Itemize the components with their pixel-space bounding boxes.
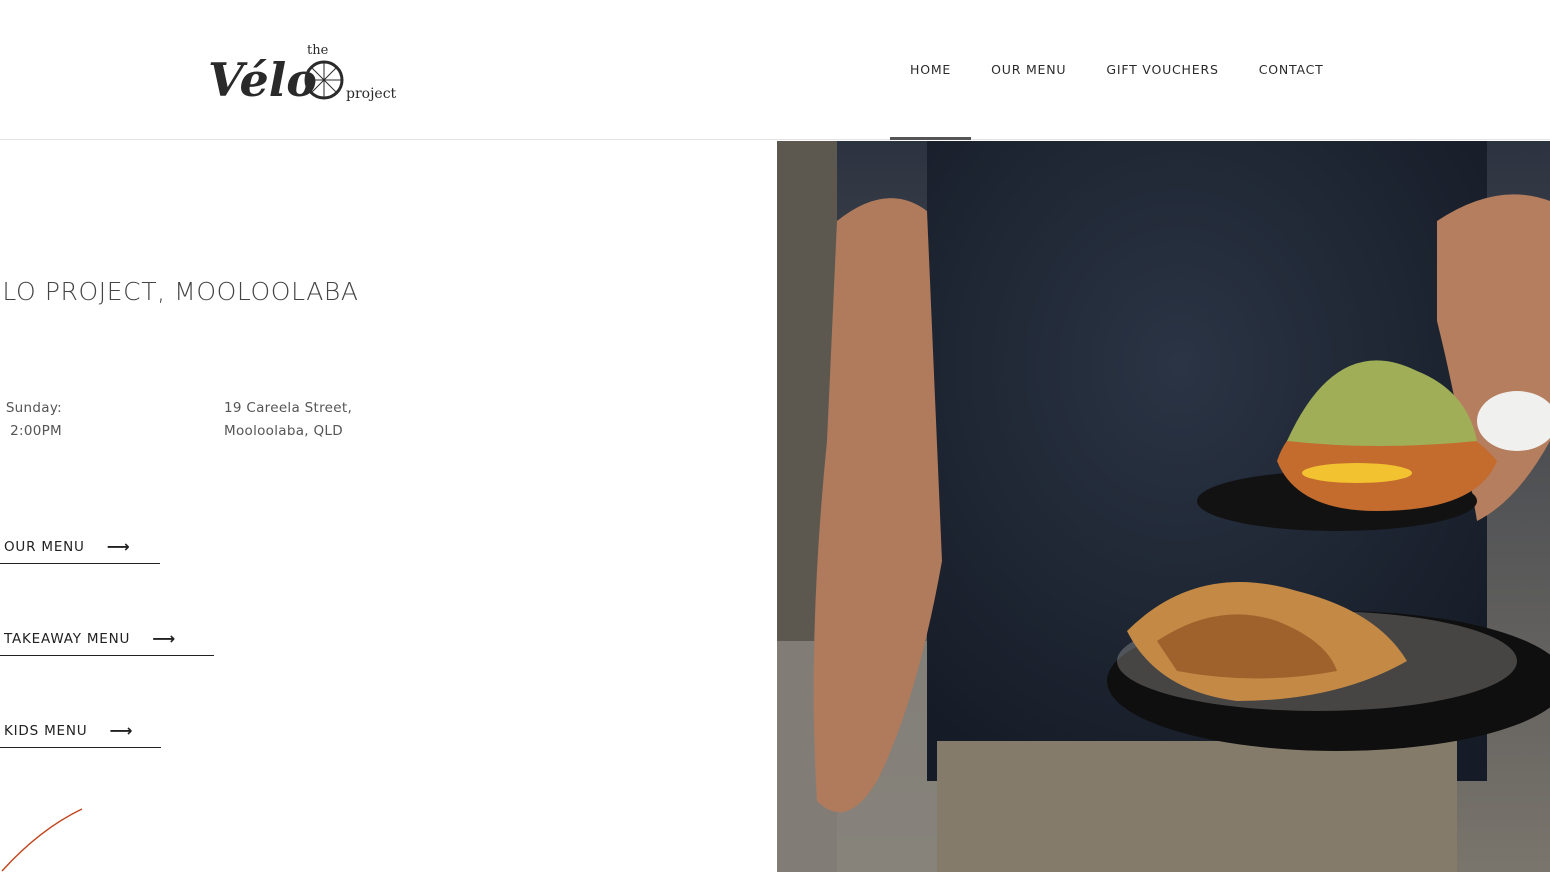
site-logo[interactable]: Vélo the project bbox=[206, 36, 406, 107]
address-line-2: Mooloolaba, QLD bbox=[224, 423, 343, 439]
arrow-right-icon: ⟶ bbox=[152, 629, 176, 648]
logo-word: Vélo bbox=[208, 53, 317, 106]
address: 19 Careela Street, Mooloolaba, QLD bbox=[224, 397, 352, 443]
our-menu-label: OUR MENU bbox=[4, 538, 85, 555]
hero-photo bbox=[777, 141, 1550, 872]
logo-the: the bbox=[307, 43, 329, 58]
site-header: Vélo the project HOME OUR MENU GIFT VOUC… bbox=[0, 0, 1550, 140]
nav-contact[interactable]: CONTACT bbox=[1239, 0, 1344, 140]
arrow-right-icon: ⟶ bbox=[106, 537, 131, 556]
kids-menu-button[interactable]: KIDS MENU ⟶ bbox=[0, 714, 161, 748]
takeaway-menu-label: TAKEAWAY MENU bbox=[4, 630, 131, 647]
nav-gift-vouchers[interactable]: GIFT VOUCHERS bbox=[1086, 0, 1238, 140]
opening-hours: Sunday: 2:00PM bbox=[0, 397, 62, 443]
our-menu-button[interactable]: OUR MENU ⟶ bbox=[0, 530, 160, 564]
hours-line-2: 2:00PM bbox=[10, 423, 62, 439]
address-line-1: 19 Careela Street, bbox=[224, 400, 353, 416]
decorative-curve bbox=[1, 808, 83, 872]
page-title: ELO PROJECT, MOOLOOLABA bbox=[0, 277, 359, 306]
takeaway-menu-button[interactable]: TAKEAWAY MENU ⟶ bbox=[0, 622, 214, 656]
arrow-right-icon: ⟶ bbox=[109, 721, 134, 740]
kids-menu-label: KIDS MENU bbox=[4, 722, 88, 739]
nav-home[interactable]: HOME bbox=[890, 0, 972, 140]
nav-our-menu[interactable]: OUR MENU bbox=[971, 0, 1086, 140]
waiter-with-plates-image bbox=[777, 141, 1550, 872]
logo-project: project bbox=[346, 86, 397, 102]
logo-graphic: Vélo the project bbox=[208, 43, 397, 107]
hours-line-1: Sunday: bbox=[5, 400, 62, 416]
main-nav: HOME OUR MENU GIFT VOUCHERS CONTACT bbox=[890, 0, 1344, 140]
hero-left-panel: ELO PROJECT, MOOLOOLABA Sunday: 2:00PM 1… bbox=[0, 141, 777, 872]
